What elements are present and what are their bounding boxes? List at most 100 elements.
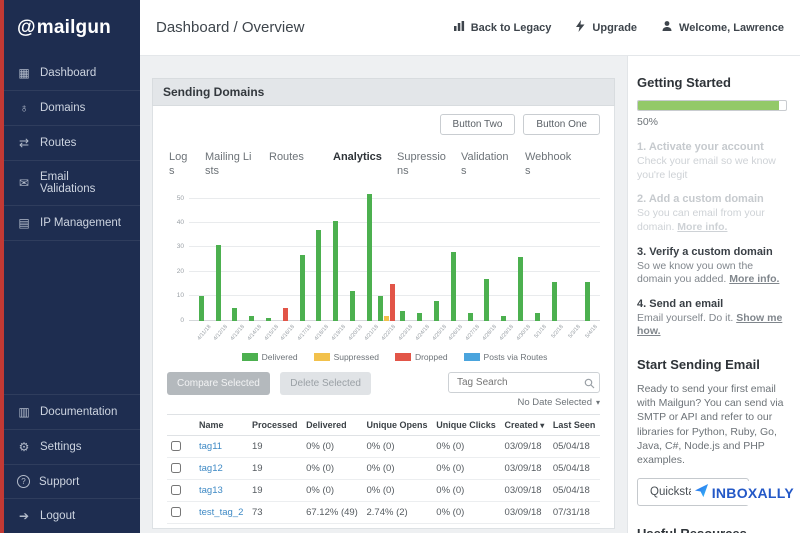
brand-accent-strip	[0, 0, 4, 533]
column-header-created[interactable]: Created ▾	[500, 413, 549, 436]
table-cell: 19	[247, 479, 303, 502]
getting-started-step: 4. Send an email Email yourself. Do it. S…	[637, 298, 790, 339]
tag-search-input[interactable]	[448, 371, 600, 393]
getting-started-step: 3. Verify a custom domain So we know you …	[637, 246, 790, 287]
bar-group	[395, 187, 412, 321]
table-cell: 07/31/18	[548, 501, 600, 524]
dropped-bar	[282, 308, 288, 321]
back-to-legacy-button[interactable]: Back to Legacy	[453, 20, 552, 35]
button-two[interactable]: Button Two	[439, 114, 516, 135]
compare-selected-button[interactable]: Compare Selected	[167, 371, 270, 395]
inboxally-logo[interactable]: INBOXALLY	[690, 481, 797, 505]
sending-domains-card: Button Two Button One Logs Mailing Lists R…	[152, 106, 615, 529]
x-axis-label: 4/28/18	[481, 323, 498, 342]
tab-analytics[interactable]: Analytics	[333, 151, 383, 179]
sidebar-item-email-validations[interactable]: ✉ Email Validations	[4, 161, 140, 206]
column-header-delivered[interactable]: Delivered	[302, 413, 363, 436]
step-title: 4. Send an email	[637, 297, 724, 310]
email-validations-icon: ✉	[18, 176, 30, 190]
step-desc: Check your email so we know you're legit	[637, 155, 776, 181]
column-header-unique-opens[interactable]: Unique Opens	[362, 413, 433, 436]
tags-table: Name Processed Delivered Unique Opens Unique…	[167, 413, 600, 524]
mailgun-logo-text: mailgun	[36, 17, 111, 38]
delivered-bar	[232, 308, 238, 321]
sidebar-item-documentation[interactable]: ▥ Documentation	[4, 394, 140, 429]
lightning-icon	[575, 20, 586, 35]
x-axis-label: 4/29/18	[498, 323, 515, 342]
user-menu[interactable]: Welcome, Lawrence	[661, 20, 784, 35]
table-cell: 05/04/18	[548, 479, 600, 502]
sidebar-item-logout[interactable]: ➔ Logout	[4, 498, 140, 533]
column-header-processed[interactable]: Processed	[247, 413, 303, 436]
delivered-bar	[534, 313, 540, 321]
delivered-bar	[266, 318, 272, 321]
step-title: 2. Add a custom domain	[637, 193, 764, 206]
tag-name-link[interactable]: test_tag_2	[195, 501, 248, 524]
row-checkbox[interactable]	[171, 462, 181, 473]
delivered-bar	[316, 230, 322, 321]
suppressed-bar	[383, 315, 389, 321]
bar-group	[327, 187, 344, 321]
tag-name-link[interactable]: tag11	[195, 435, 248, 458]
start-sending-body: Ready to send your first email with Mail…	[637, 383, 784, 466]
sending-activity-chart: 0 10 20 30 40 50 4/11/18 4/12/18 4/13/18 4/14/18…	[167, 187, 600, 362]
tab-supressions[interactable]: Supressions	[397, 151, 447, 179]
sidebar-item-dashboard[interactable]: ▦ Dashboard	[4, 56, 140, 91]
x-axis-label: 4/22/18	[380, 323, 398, 342]
tab-validations[interactable]: Validations	[461, 151, 511, 179]
start-sending-title: Start Sending Email	[637, 357, 760, 373]
y-axis-tick: 50	[176, 194, 184, 202]
chart-plot: 0 10 20 30 40 50	[177, 187, 600, 324]
tab-logs[interactable]: Logs	[169, 151, 191, 179]
tab-mailing-lists[interactable]: Mailing Lists	[205, 151, 255, 179]
x-axis-label: 4/11/18	[196, 323, 213, 342]
welcome-label: Welcome, Lawrence	[679, 21, 784, 34]
step-link[interactable]: Show me how.	[637, 312, 782, 338]
row-checkbox[interactable]	[171, 440, 181, 451]
back-to-legacy-label: Back to Legacy	[470, 21, 552, 34]
tab-webhooks[interactable]: Webhooks	[525, 151, 575, 179]
progress-percent: 50%	[637, 116, 659, 128]
suppressed-swatch	[313, 352, 330, 361]
sidebar-item-label: Domains	[40, 102, 86, 114]
y-axis-tick: 20	[176, 267, 184, 275]
date-selector[interactable]: No Date Selected ▾	[518, 397, 600, 408]
sidebar-nav: ▦ Dashboard ♁ Domains ⇄ Routes ✉ Email Validati…	[4, 56, 140, 241]
row-checkbox[interactable]	[171, 484, 181, 495]
tag-search-box	[448, 371, 600, 394]
tag-name-link[interactable]: tag13	[195, 479, 248, 502]
x-axis-label: 5/2/18	[550, 323, 566, 340]
bar-group	[227, 187, 244, 321]
bar-group	[495, 187, 512, 321]
date-selector-label: No Date Selected	[517, 396, 592, 408]
column-header-last-seen[interactable]: Last Seen	[548, 413, 600, 436]
step-title: 3. Verify a custom domain	[637, 245, 773, 258]
x-axis-label: 4/21/18	[363, 323, 381, 342]
bar-group	[529, 187, 546, 321]
sidebar-item-support[interactable]: ? Support	[4, 464, 140, 498]
sort-descending-icon: ▾	[538, 420, 545, 430]
support-icon: ?	[17, 475, 30, 488]
bar-group	[546, 187, 563, 321]
step-link[interactable]: More info.	[729, 273, 779, 285]
sidebar-item-ip-management[interactable]: ▤ IP Management	[4, 206, 140, 241]
bar-group	[260, 187, 277, 321]
step-link[interactable]: More info.	[677, 221, 727, 233]
inboxally-wordmark: INBOXALLY	[711, 485, 794, 501]
column-header-unique-clicks[interactable]: Unique Clicks	[432, 413, 501, 436]
tag-name-link[interactable]: tag12	[195, 457, 248, 480]
table-cell: 0% (0)	[302, 457, 363, 480]
mailgun-logo[interactable]: @ mailgun	[4, 0, 140, 56]
row-checkbox[interactable]	[171, 506, 181, 517]
delete-selected-button[interactable]: Delete Selected	[280, 371, 371, 395]
sidebar-item-routes[interactable]: ⇄ Routes	[4, 126, 140, 161]
sidebar-item-settings[interactable]: ⚙ Settings	[4, 429, 140, 464]
upgrade-button[interactable]: Upgrade	[575, 20, 637, 35]
sidebar-item-domains[interactable]: ♁ Domains	[4, 91, 140, 126]
search-icon[interactable]	[584, 376, 595, 394]
tab-routes[interactable]: Routes	[269, 151, 319, 179]
step-desc: So you can email from your domain. More …	[637, 207, 765, 233]
column-header-name[interactable]: Name	[195, 413, 248, 436]
button-one[interactable]: Button One	[523, 114, 600, 135]
sending-domains-panel: Sending Domains Button Two Button One Lo…	[152, 78, 615, 529]
